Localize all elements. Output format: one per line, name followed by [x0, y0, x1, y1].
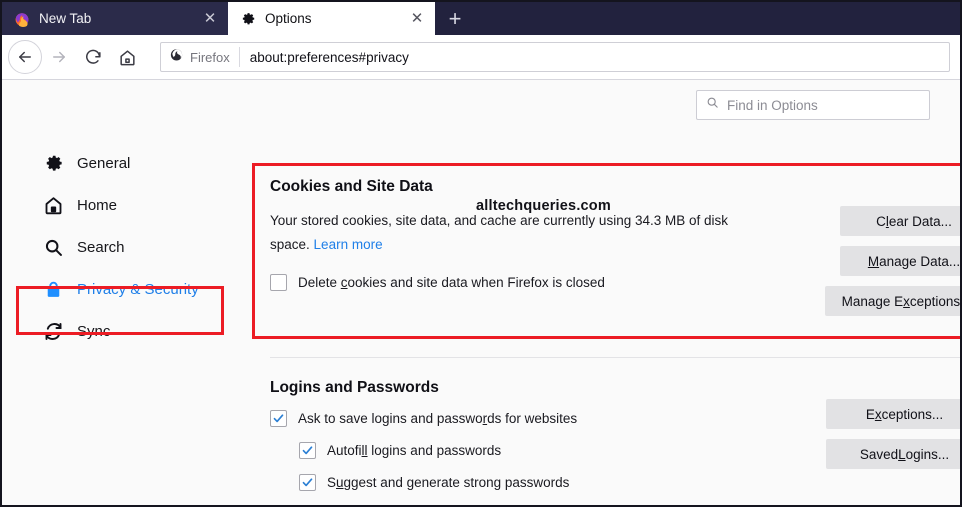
- firefox-logo-icon: [14, 11, 30, 27]
- sidebar-item-privacy-security[interactable]: Privacy & Security: [2, 268, 252, 310]
- tab-options[interactable]: Options ✕: [228, 2, 435, 35]
- lock-icon: [42, 278, 64, 300]
- cookies-and-site-data-section: Cookies and Site Data Your stored cookie…: [270, 178, 960, 316]
- exceptions-button[interactable]: Ex ceptions...: [826, 399, 960, 429]
- tab-strip-empty-area: [475, 2, 960, 35]
- find-in-options-input[interactable]: Find in Options: [696, 90, 930, 120]
- sidebar-item-label: General: [77, 154, 131, 172]
- url-text[interactable]: about:preferences#privacy: [250, 50, 409, 65]
- search-icon: [706, 96, 719, 114]
- tab-title: New Tab: [39, 11, 92, 26]
- sidebar-item-general[interactable]: General: [2, 142, 252, 184]
- preferences-sidebar: General Home Search Privacy & Security S…: [2, 80, 252, 505]
- sidebar-item-home[interactable]: Home: [2, 184, 252, 226]
- delete-cookies-on-close-label: Delete cookies and site data when Firefo…: [298, 275, 605, 290]
- cookies-description: Your stored cookies, site data, and cach…: [270, 209, 750, 257]
- section-title: Logins and Passwords: [270, 379, 439, 396]
- suggest-strong-passwords-row[interactable]: Suggest and generate strong passwords: [299, 474, 960, 491]
- firefox-logo-icon: [169, 47, 184, 67]
- url-bar[interactable]: Firefox about:preferences#privacy: [160, 42, 950, 72]
- section-title: Cookies and Site Data: [270, 178, 433, 195]
- sidebar-item-label: Sync: [77, 322, 111, 340]
- ask-to-save-logins-checkbox[interactable]: [270, 410, 287, 427]
- suggest-strong-passwords-checkbox[interactable]: [299, 474, 316, 491]
- sync-icon: [42, 320, 64, 342]
- browser-window: New Tab ✕ Options ✕ + Firefox about:pref…: [0, 0, 962, 507]
- sidebar-item-label: Search: [77, 238, 125, 256]
- manage-data-button[interactable]: Manage Data...: [840, 246, 960, 276]
- sidebar-item-search[interactable]: Search: [2, 226, 252, 268]
- find-placeholder: Find in Options: [727, 97, 818, 113]
- close-icon[interactable]: ✕: [200, 9, 220, 29]
- identity-label: Firefox: [190, 49, 230, 65]
- sidebar-item-label: Privacy & Security: [77, 280, 199, 298]
- reload-button[interactable]: [76, 40, 110, 74]
- search-icon: [42, 236, 64, 258]
- sidebar-item-sync[interactable]: Sync: [2, 310, 252, 352]
- close-icon[interactable]: ✕: [407, 9, 427, 29]
- suggest-strong-passwords-label: Suggest and generate strong passwords: [327, 475, 570, 490]
- identity-box[interactable]: Firefox: [169, 47, 240, 67]
- forward-button: [42, 40, 76, 74]
- navigation-toolbar: Firefox about:preferences#privacy: [2, 35, 960, 80]
- tab-bar: New Tab ✕ Options ✕ +: [2, 2, 960, 35]
- autofill-logins-label: Autofill logins and passwords: [327, 443, 502, 458]
- learn-more-link[interactable]: Learn more: [314, 237, 383, 252]
- manage-exceptions-button[interactable]: Manage Exceptions...: [825, 286, 960, 316]
- preferences-content: General Home Search Privacy & Security S…: [2, 80, 960, 505]
- delete-cookies-on-close-checkbox[interactable]: [270, 274, 287, 291]
- autofill-logins-checkbox[interactable]: [299, 442, 316, 459]
- section-separator: [270, 357, 960, 358]
- home-button[interactable]: [110, 40, 144, 74]
- saved-logins-button[interactable]: Saved Logins...: [826, 439, 960, 469]
- sidebar-item-label: Home: [77, 196, 118, 214]
- new-tab-button[interactable]: +: [435, 2, 475, 35]
- back-button[interactable]: [8, 40, 42, 74]
- clear-data-button[interactable]: Cl ear Data...: [840, 206, 960, 236]
- ask-to-save-logins-label: Ask to save logins and passwords for web…: [298, 411, 578, 426]
- preferences-main-pane: alltechqueries.com Find in Options Cooki…: [252, 80, 960, 505]
- gear-icon: [240, 11, 256, 27]
- tab-title: Options: [265, 11, 312, 26]
- home-icon: [42, 194, 64, 216]
- logins-and-passwords-section: Logins and Passwords Ask to save logins …: [270, 379, 960, 491]
- tab-new-tab[interactable]: New Tab ✕: [2, 2, 228, 35]
- gear-icon: [42, 152, 64, 174]
